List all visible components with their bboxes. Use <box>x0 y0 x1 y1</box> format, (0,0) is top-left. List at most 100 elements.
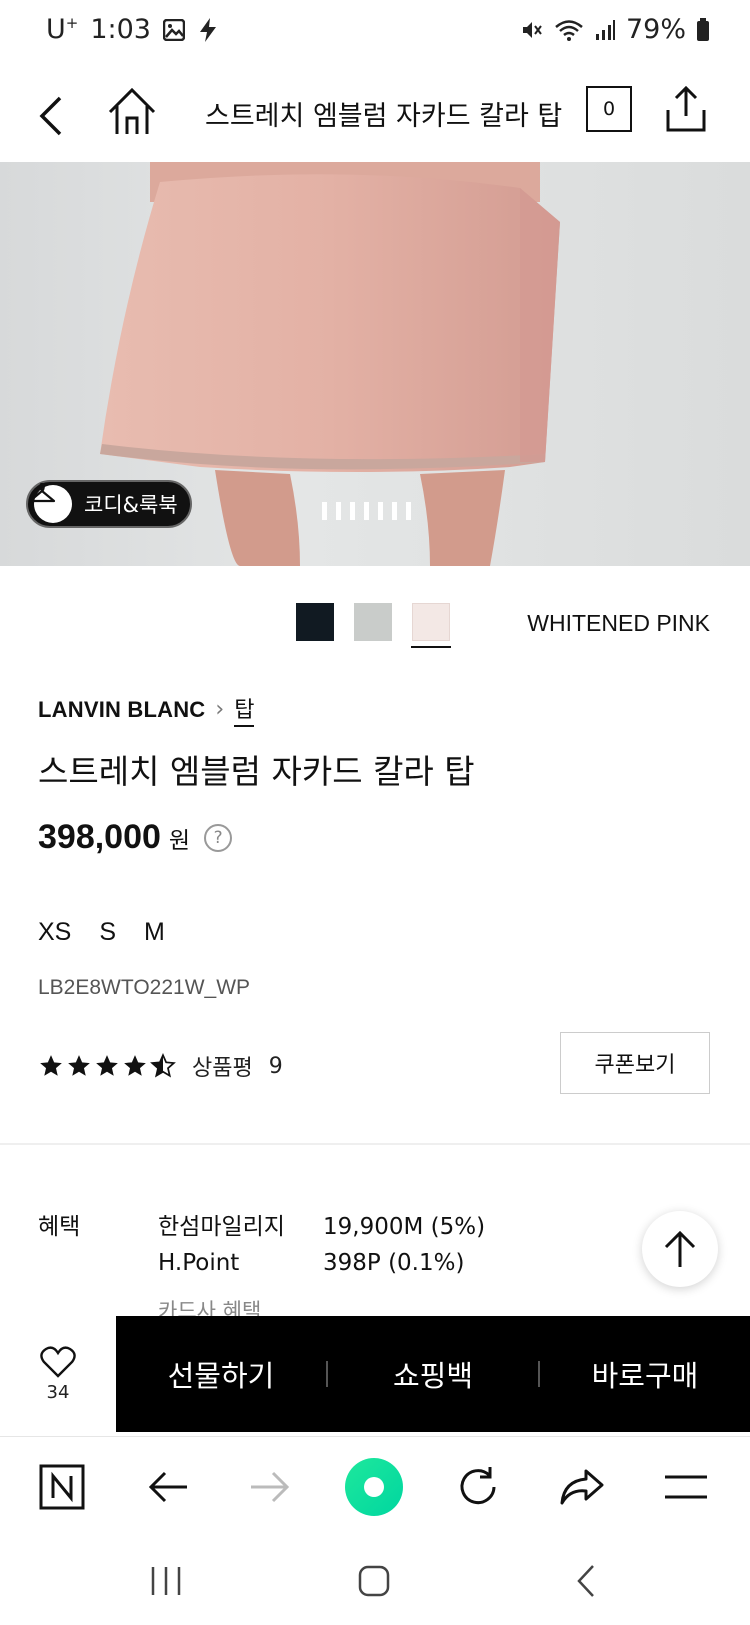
browser-forward-button[interactable] <box>240 1457 300 1517</box>
benefit-value: 19,900M (5%) <box>323 1214 486 1240</box>
product-code: LB2E8WTO221W_WP <box>38 976 251 999</box>
naver-home-button[interactable] <box>32 1457 92 1517</box>
action-buttons: 선물하기 쇼핑백 바로구매 <box>116 1316 750 1432</box>
gallery-notification-icon <box>162 18 185 41</box>
status-left: U+ 1:03 <box>46 14 219 45</box>
scroll-to-top-button[interactable] <box>642 1211 718 1287</box>
system-navigation-bar <box>0 1540 750 1625</box>
star-icon <box>68 1055 90 1076</box>
hanger-icon <box>28 482 72 523</box>
menu-button[interactable] <box>656 1457 716 1517</box>
page-title: 스트레치 엠블럼 자카드 칼라 탑 <box>205 101 563 132</box>
color-swatch-black[interactable] <box>296 603 334 641</box>
naver-n-icon <box>39 1464 85 1510</box>
green-dot-button[interactable] <box>344 1457 404 1517</box>
price-help-icon[interactable]: ? <box>204 823 233 852</box>
share-icon <box>666 85 706 132</box>
green-dot-icon <box>345 1458 403 1516</box>
wishlist-count: 34 <box>46 1381 70 1403</box>
carousel-indicators <box>322 502 411 520</box>
product-image-carousel[interactable]: 코디&룩북 <box>0 162 750 566</box>
benefit-value: 398P (0.1%) <box>323 1250 465 1276</box>
lightning-icon <box>197 17 219 43</box>
brand-link[interactable]: LANVIN BLANC <box>38 697 205 723</box>
size-list: XS S M <box>38 918 165 947</box>
arrow-left-icon <box>148 1471 187 1503</box>
refresh-icon <box>460 1467 496 1505</box>
cart-button[interactable]: 0 <box>586 86 632 132</box>
status-right: 79% <box>520 14 710 45</box>
home-square-icon <box>358 1565 390 1597</box>
back-nav-button[interactable] <box>556 1558 616 1604</box>
status-bar: U+ 1:03 79% <box>0 0 750 64</box>
clock: 1:03 <box>90 14 151 45</box>
star-icon <box>40 1055 62 1076</box>
carousel-dot <box>350 502 355 520</box>
benefits-title: 혜택 <box>38 1214 81 1240</box>
codi-lookbook-button[interactable]: 코디&룩북 <box>26 480 192 528</box>
star-icon <box>96 1055 118 1076</box>
battery-icon <box>696 17 710 42</box>
top-navigation: 스트레치 엠블럼 자카드 칼라 탑 0 <box>0 70 750 162</box>
menu-icon <box>665 1475 707 1499</box>
chevron-right-icon: › <box>215 697 225 722</box>
star-icon <box>124 1055 146 1076</box>
section-divider <box>0 1143 750 1145</box>
recent-apps-button[interactable] <box>136 1558 196 1604</box>
gift-button[interactable]: 선물하기 <box>116 1353 326 1395</box>
battery-percent: 79% <box>625 14 686 45</box>
chevron-left-icon <box>577 1565 594 1597</box>
carousel-dot <box>336 502 341 520</box>
star-rating <box>38 1053 176 1079</box>
buy-now-button[interactable]: 바로구매 <box>540 1353 750 1395</box>
home-icon <box>108 87 156 134</box>
back-button[interactable] <box>30 88 74 144</box>
share-button[interactable] <box>664 84 708 134</box>
breadcrumb: LANVIN BLANC › 탑 <box>38 692 255 727</box>
carousel-dot <box>364 502 369 520</box>
arrow-up-icon <box>664 1230 696 1267</box>
benefit-row: 한섬마일리지 19,900M (5%) <box>158 1207 485 1241</box>
half-star-icon <box>150 1053 176 1078</box>
color-swatch-pink[interactable] <box>411 603 451 648</box>
codi-lookbook-label: 코디&룩북 <box>84 493 178 517</box>
shopping-bag-button[interactable]: 쇼핑백 <box>328 1353 538 1395</box>
benefit-key: H.Point <box>158 1250 240 1276</box>
wifi-icon <box>554 18 584 42</box>
currency: 원 <box>168 827 191 854</box>
price-row: 398,000 원 ? <box>38 818 233 857</box>
home-button[interactable] <box>106 84 158 140</box>
review-label: 상품평 <box>192 1056 253 1081</box>
chevron-left-icon <box>39 96 62 136</box>
product-title: 스트레치 엠블럼 자카드 칼라 탑 <box>38 752 475 791</box>
carrier: U+ <box>46 14 79 45</box>
benefit-row: H.Point 398P (0.1%) <box>158 1250 464 1276</box>
size-option[interactable]: M <box>144 918 165 947</box>
selected-color-name: WHITENED PINK <box>527 610 710 636</box>
color-swatches <box>296 603 451 648</box>
mute-icon <box>520 18 544 42</box>
signal-icon <box>594 19 616 41</box>
rating-row[interactable]: 상품평 9 <box>38 1050 283 1082</box>
review-count: 9 <box>268 1053 283 1079</box>
carousel-dot <box>392 502 397 520</box>
home-nav-button[interactable] <box>344 1558 404 1604</box>
cart-count: 0 <box>602 98 616 120</box>
wishlist-button[interactable]: 34 <box>0 1316 116 1432</box>
size-option[interactable]: S <box>99 918 116 947</box>
benefit-key: 한섬마일리지 <box>158 1214 285 1240</box>
coupon-button[interactable]: 쿠폰보기 <box>560 1032 710 1094</box>
size-option[interactable]: XS <box>38 918 71 947</box>
color-swatch-gray[interactable] <box>354 603 392 641</box>
browser-share-button[interactable] <box>552 1457 612 1517</box>
purchase-action-bar: 34 선물하기 쇼핑백 바로구매 <box>0 1316 750 1432</box>
category-link[interactable]: 탑 <box>234 692 255 727</box>
refresh-button[interactable] <box>448 1457 508 1517</box>
browser-toolbar <box>0 1436 750 1536</box>
heart-icon <box>40 1345 76 1378</box>
forward-share-icon <box>560 1469 604 1505</box>
carousel-dot <box>406 502 411 520</box>
carousel-dot <box>378 502 383 520</box>
browser-back-button[interactable] <box>138 1457 198 1517</box>
recent-apps-icon <box>151 1567 181 1595</box>
